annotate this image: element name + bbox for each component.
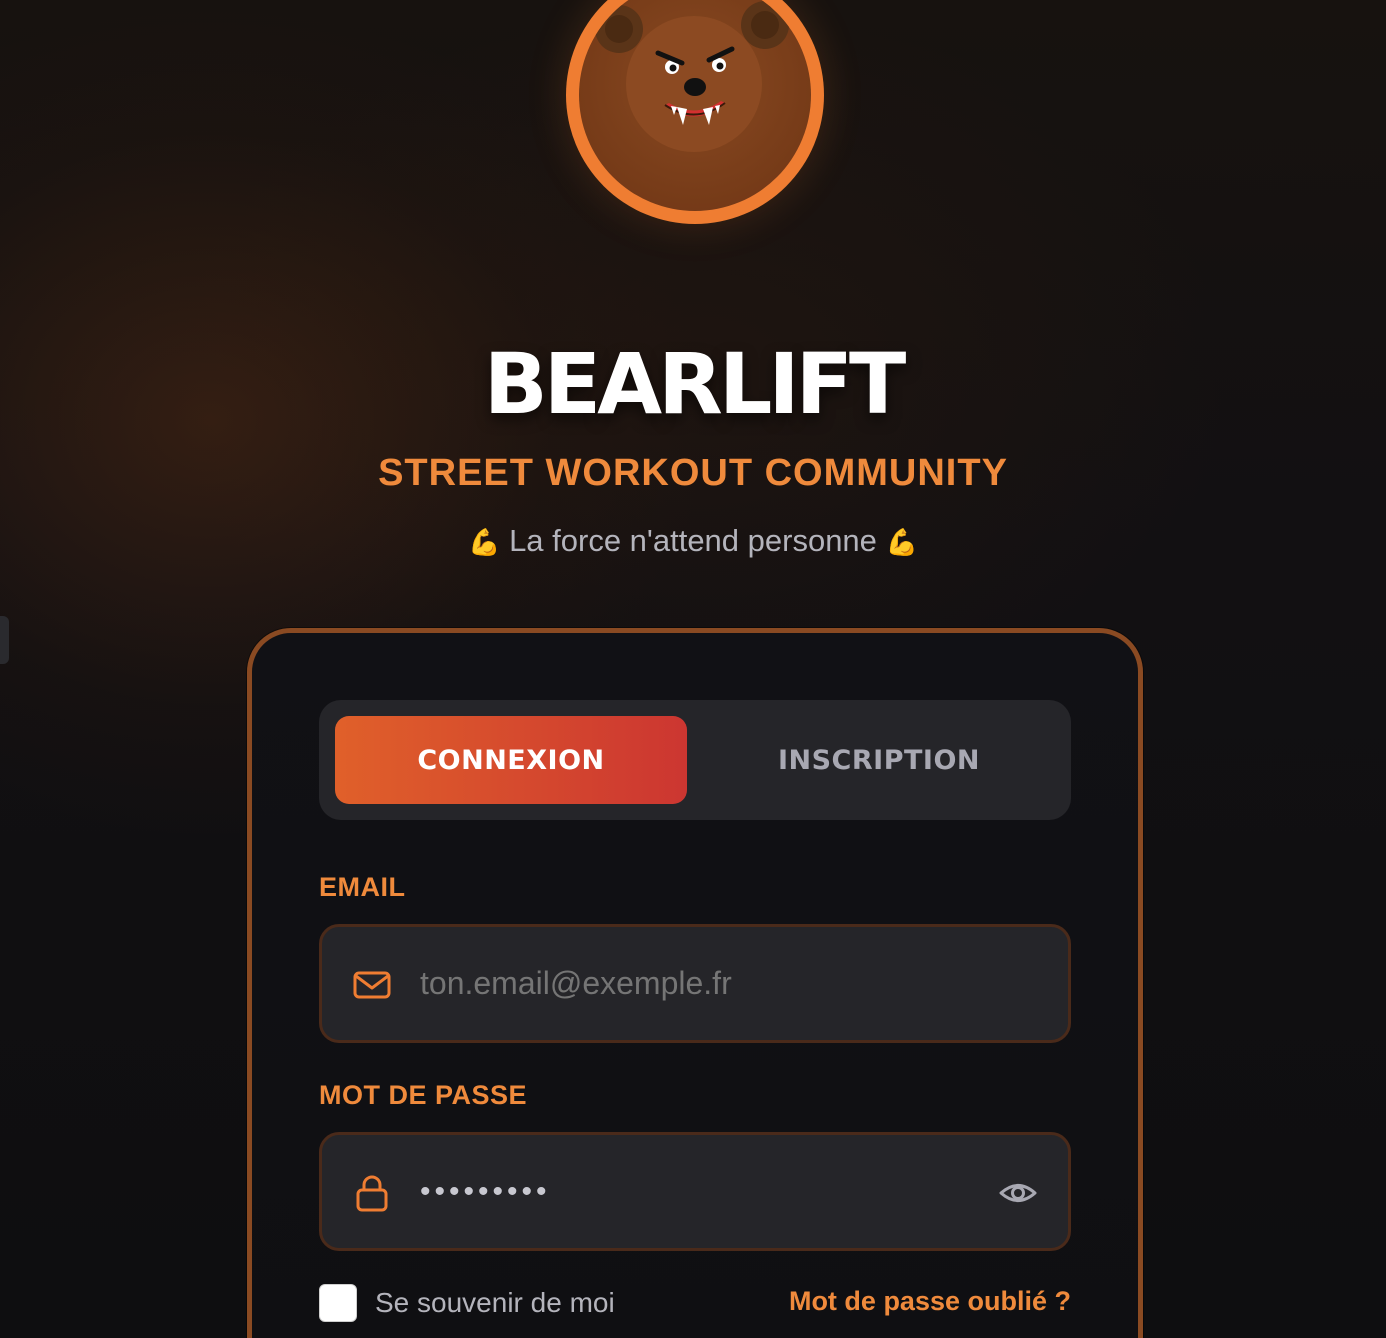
password-input[interactable]: ••••••••• [420,1135,980,1248]
email-input[interactable] [420,927,980,1040]
bear-logo [566,0,824,224]
lock-icon [352,1173,392,1213]
tab-register[interactable]: INSCRIPTION [703,716,1055,804]
password-field[interactable]: ••••••••• [319,1132,1071,1251]
app-subtitle: STREET WORKOUT COMMUNITY [378,452,1008,494]
eye-icon[interactable] [998,1173,1038,1213]
remember-me: Se souvenir de moi [319,1284,615,1322]
remember-label[interactable]: Se souvenir de moi [375,1287,615,1319]
mail-icon [352,965,392,1005]
tagline: 💪 La force n'attend personne 💪 [0,520,1386,564]
forgot-password-link[interactable]: Mot de passe oublié ? [789,1286,1071,1317]
tab-login[interactable]: CONNEXION [335,716,687,804]
side-panel-handle[interactable] [0,616,9,664]
app-title: BEARLIFT [483,335,907,433]
email-label: EMAIL [319,872,406,902]
email-field[interactable] [319,924,1071,1043]
remember-checkbox[interactable] [319,1284,357,1322]
flexed-biceps-icon: 💪 [468,528,501,558]
flexed-biceps-icon: 💪 [885,528,918,558]
auth-tabs: CONNEXION INSCRIPTION [319,700,1071,820]
tagline-text: La force n'attend personne [509,523,877,558]
password-label: MOT DE PASSE [319,1080,528,1110]
bear-face-icon [579,0,811,211]
login-page: BEARLIFT STREET WORKOUT COMMUNITY 💪 La f… [0,0,1386,1338]
